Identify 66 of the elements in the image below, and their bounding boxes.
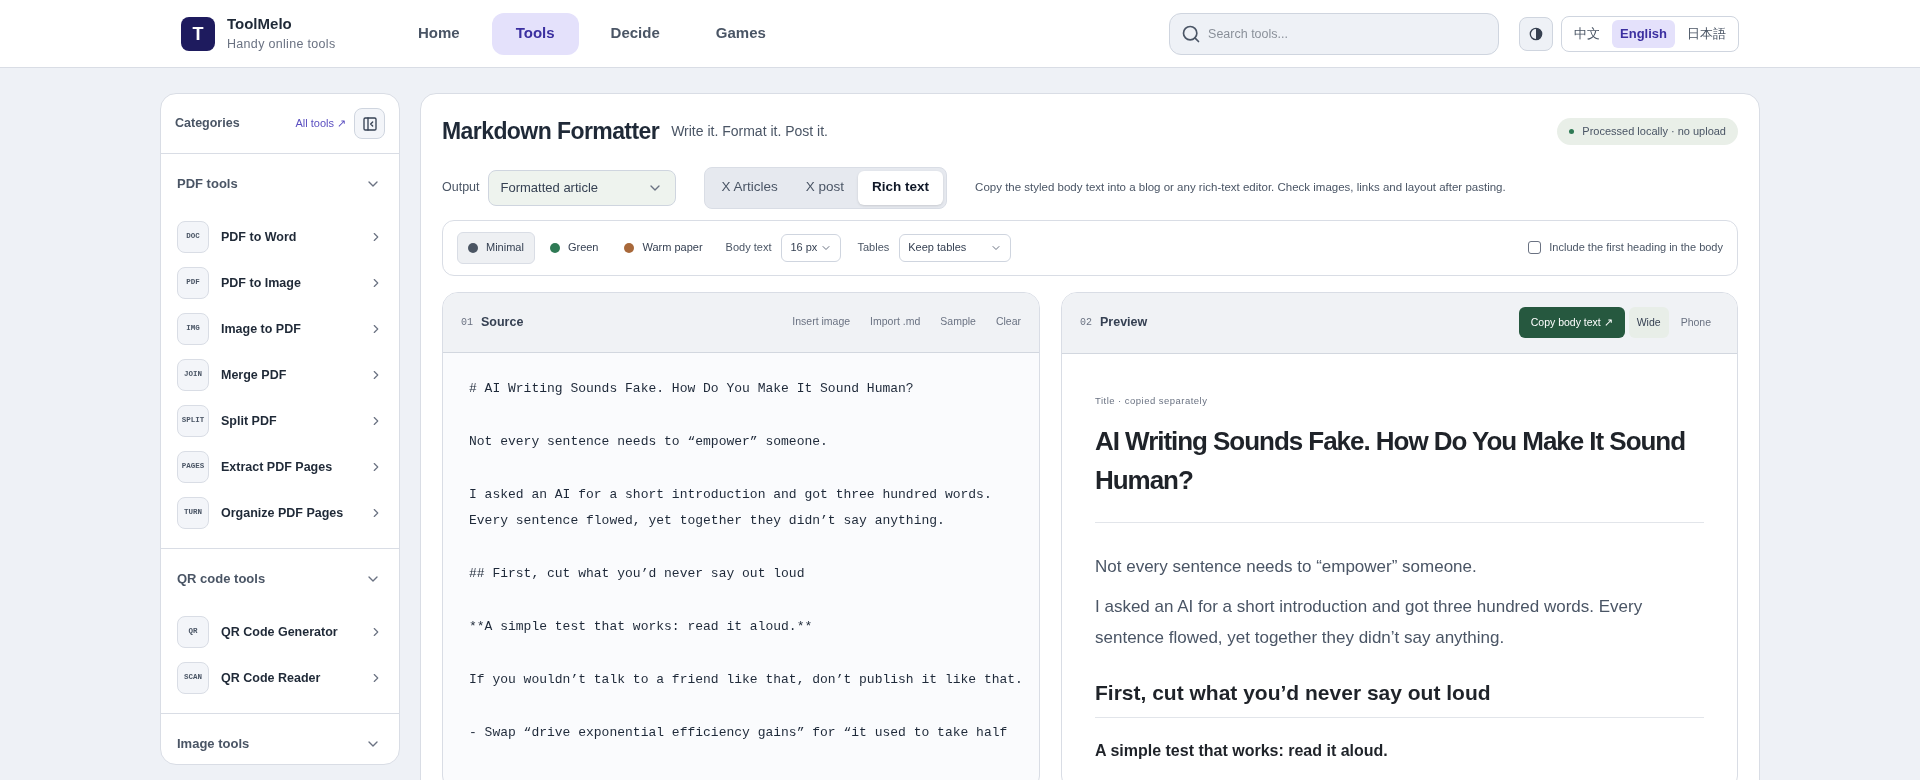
- source-action[interactable]: Import .md: [870, 314, 921, 330]
- tool-name: QR Code Reader: [221, 669, 322, 687]
- nav-link[interactable]: Games: [691, 12, 790, 55]
- theme-option[interactable]: Warm paper: [613, 231, 714, 264]
- output-label: Output: [442, 179, 480, 197]
- category-heading: QR code tools: [177, 570, 266, 589]
- view-toggle[interactable]: Wide: [1628, 307, 1669, 338]
- language-option[interactable]: English: [1612, 19, 1675, 48]
- view-toggle[interactable]: Phone: [1672, 307, 1719, 338]
- sidebar-title: Categories: [175, 115, 240, 133]
- panel-title: Source: [481, 313, 524, 331]
- mode-hint: Copy the styled body text into a blog or any rich-text editor. Check images, links and layout after pasting.: [975, 179, 1506, 195]
- tool-name: PDF to Image: [221, 274, 302, 292]
- markdown-line: If you wouldn’t talk to a friend like that, don’t publish it like that.: [469, 671, 1024, 689]
- source-action[interactable]: Clear: [995, 314, 1021, 330]
- markdown-line: I asked an AI for a short introduction and got three hundred words. Every sentence flowed, yet together they didn’t say anything.: [469, 485, 993, 530]
- tool-name: PDF to Word: [221, 228, 298, 246]
- copy-body-button[interactable]: Copy body text ↗: [1518, 307, 1625, 338]
- body-text-label: Body text: [725, 240, 772, 256]
- page-tagline: Write it. Format it. Post it.: [671, 121, 828, 141]
- tables-label: Tables: [857, 240, 890, 256]
- status-badge: Processed locally · no upload: [1557, 117, 1738, 145]
- brand-name: ToolMelo: [227, 13, 293, 34]
- source-action[interactable]: Insert image: [792, 314, 851, 330]
- article-paragraph: Not every sentence needs to “empower” someone.: [1095, 555, 1478, 578]
- tool-name: Organize PDF Pages: [221, 504, 345, 522]
- tool-name: Extract PDF Pages: [221, 458, 334, 476]
- category-heading: PDF tools: [177, 175, 238, 194]
- search-field[interactable]: Search tools...: [1169, 12, 1500, 55]
- nav-link[interactable]: Home: [394, 12, 484, 55]
- tool-name: Split PDF: [221, 412, 278, 430]
- tables-select[interactable]: Keep tables: [899, 233, 1012, 262]
- mode-tab[interactable]: Rich text: [858, 170, 944, 205]
- nav-link[interactable]: Decide: [586, 12, 684, 55]
- markdown-line: - Swap “drive exponential efficiency gains” for “it used to take half: [469, 724, 1009, 742]
- include-heading-label: Include the first heading in the body: [1549, 240, 1723, 256]
- output-select[interactable]: Formatted article: [487, 169, 676, 206]
- brand-tagline: Handy online tools: [227, 36, 336, 54]
- panel-number: 01: [461, 315, 473, 330]
- tool-name: QR Code Generator: [221, 623, 339, 641]
- markdown-line: Not every sentence needs to “empower” someone.: [469, 432, 829, 451]
- article-title: AI Writing Sounds Fake. How Do You Make It Sound Human?: [1095, 421, 1704, 523]
- markdown-line: ## First, cut what you’d never say out loud: [469, 565, 806, 583]
- markdown-line: # AI Writing Sounds Fake. How Do You Make It Sound Human?: [469, 379, 915, 398]
- article-paragraph: I asked an AI for a short introduction and got three hundred words. Every sentence flowed, yet together they didn’t say anything.: [1095, 595, 1644, 649]
- language-option[interactable]: 日本語: [1679, 19, 1734, 48]
- markdown-line: **A simple test that works: read it aloud.**: [469, 618, 814, 636]
- source-action[interactable]: Sample: [940, 314, 976, 330]
- tool-name: Image to PDF: [221, 320, 302, 338]
- theme-option[interactable]: Minimal: [457, 231, 535, 264]
- title-note: Title · copied separately: [1095, 393, 1209, 408]
- body-size-select[interactable]: 16 px: [781, 233, 842, 262]
- theme-option[interactable]: Green: [538, 231, 610, 264]
- nav-link[interactable]: Tools: [491, 12, 579, 55]
- all-tools-link[interactable]: All tools ↗: [295, 115, 346, 132]
- logo-icon: T: [181, 16, 215, 51]
- mode-tab[interactable]: X Articles: [707, 170, 792, 205]
- page-title: Markdown Formatter: [442, 117, 660, 146]
- mode-tab[interactable]: X post: [791, 170, 859, 205]
- tool-name: Merge PDF: [221, 366, 288, 384]
- language-option[interactable]: 中文: [1566, 19, 1609, 48]
- panel-number: 02: [1080, 316, 1092, 330]
- panel-title: Preview: [1100, 314, 1148, 332]
- article-subheading: First, cut what you’d never say out loud: [1095, 676, 1704, 719]
- article-bold-line: A simple test that works: read it aloud.: [1095, 741, 1389, 762]
- category-heading: Image tools: [177, 735, 250, 754]
